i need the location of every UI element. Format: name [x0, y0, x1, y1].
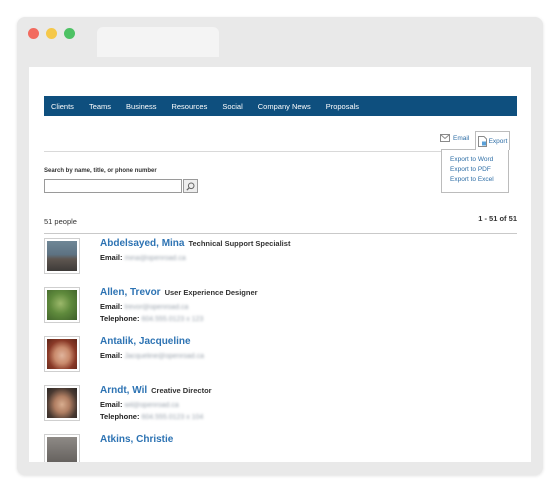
- export-dropdown: Export to Word Export to PDF Export to E…: [441, 149, 509, 193]
- email-label: Email:: [100, 351, 123, 360]
- search-input[interactable]: [44, 179, 182, 193]
- person-name: Allen, Trevor: [100, 287, 161, 298]
- email-value[interactable]: mina@openroad.ca: [125, 255, 186, 262]
- email-value[interactable]: trevor@openroad.ca: [125, 304, 189, 311]
- maximize-window-button[interactable]: [64, 28, 75, 39]
- toolbar-divider: [44, 151, 442, 152]
- person-name-link[interactable]: Allen, Trevor User Experience Designer: [100, 287, 258, 298]
- export-button[interactable]: Export: [475, 131, 510, 150]
- person-name-link[interactable]: Atkins, Christie: [100, 434, 173, 445]
- telephone-label: Telephone:: [100, 412, 140, 421]
- nav-item-business[interactable]: Business: [119, 102, 164, 111]
- person-name-link[interactable]: Arndt, Wil Creative Director: [100, 385, 212, 396]
- document-icon: [477, 135, 487, 147]
- nav-item-resources[interactable]: Resources: [164, 102, 215, 111]
- person-name: Arndt, Wil: [100, 385, 148, 396]
- email-button-label: Email: [453, 134, 470, 142]
- people-count: 51 people: [44, 217, 77, 226]
- minimize-window-button[interactable]: [46, 28, 57, 39]
- main-nav: Clients Teams Business Resources Social …: [44, 96, 517, 116]
- email-label: Email:: [100, 302, 123, 311]
- telephone-label: Telephone:: [100, 314, 140, 323]
- person-title: Creative Director: [151, 386, 212, 395]
- email-line: Email: trevor@openroad.ca: [100, 302, 188, 311]
- list-divider: [44, 233, 517, 234]
- email-label: Email:: [100, 253, 123, 262]
- person-name: Abdelsayed, Mina: [100, 238, 185, 249]
- person-title: Technical Support Specialist: [188, 239, 291, 248]
- avatar[interactable]: [44, 336, 80, 372]
- close-window-button[interactable]: [28, 28, 39, 39]
- telephone-value[interactable]: 604.555.0123 x 123: [141, 316, 203, 323]
- telephone-value[interactable]: 604.555.0123 x 104: [141, 414, 203, 421]
- nav-item-social[interactable]: Social: [215, 102, 250, 111]
- pagination-range: 1 - 51 of 51: [478, 214, 517, 223]
- nav-item-company-news[interactable]: Company News: [251, 102, 319, 111]
- export-to-word-option[interactable]: Export to Word: [442, 155, 508, 165]
- export-to-excel-option[interactable]: Export to Excel: [442, 175, 508, 185]
- search-label: Search by name, title, or phone number: [44, 168, 157, 174]
- person-title: User Experience Designer: [164, 288, 258, 297]
- browser-window: Clients Teams Business Resources Social …: [17, 17, 543, 475]
- email-label: Email:: [100, 400, 123, 409]
- person-name: Antalik, Jacqueline: [100, 336, 191, 347]
- magnifier-icon: [186, 182, 195, 191]
- nav-item-proposals[interactable]: Proposals: [319, 102, 367, 111]
- person-name: Atkins, Christie: [100, 434, 174, 445]
- search-button[interactable]: [183, 179, 198, 193]
- person-name-link[interactable]: Antalik, Jacqueline: [100, 336, 195, 347]
- telephone-line: Telephone: 604.555.0123 x 123: [100, 314, 203, 323]
- nav-item-teams[interactable]: Teams: [82, 102, 119, 111]
- email-value[interactable]: Jacqueline@openroad.ca: [125, 353, 205, 360]
- email-line: Email: wil@openroad.ca: [100, 400, 179, 409]
- avatar[interactable]: [44, 238, 80, 274]
- page-content: Clients Teams Business Resources Social …: [29, 67, 531, 462]
- email-button[interactable]: Email: [440, 134, 469, 142]
- export-to-pdf-option[interactable]: Export to PDF: [442, 165, 508, 175]
- email-line: Email: Jacqueline@openroad.ca: [100, 351, 204, 360]
- email-icon: [440, 134, 450, 142]
- avatar[interactable]: [44, 287, 80, 323]
- avatar[interactable]: [44, 385, 80, 421]
- email-line: Email: mina@openroad.ca: [100, 253, 186, 262]
- nav-item-clients[interactable]: Clients: [44, 102, 82, 111]
- person-name-link[interactable]: Abdelsayed, Mina Technical Support Specia…: [100, 238, 290, 249]
- avatar[interactable]: [44, 434, 80, 462]
- telephone-line: Telephone: 604.555.0123 x 104: [100, 412, 203, 421]
- export-button-label: Export: [488, 137, 508, 145]
- browser-titlebar: [17, 17, 543, 67]
- email-value[interactable]: wil@openroad.ca: [125, 402, 179, 409]
- browser-tab[interactable]: [97, 27, 219, 57]
